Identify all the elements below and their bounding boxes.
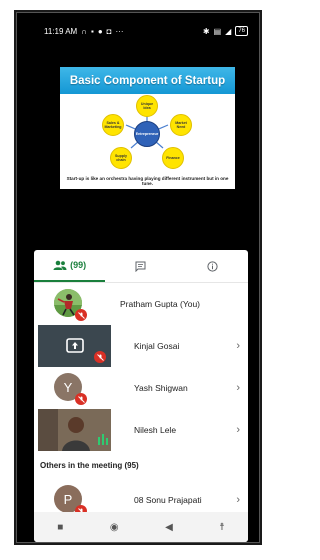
avatar-container bbox=[38, 283, 88, 325]
participant-row[interactable]: Y Yash Shigwan › bbox=[34, 367, 248, 409]
video-feed-icon bbox=[38, 409, 111, 451]
message-icon: ▪ bbox=[90, 26, 94, 36]
status-time: 11:19 AM bbox=[44, 26, 78, 36]
signal-icon: ◢ bbox=[225, 26, 232, 36]
participant-name: Nilesh Lele bbox=[134, 425, 177, 435]
tab-people[interactable]: (99) bbox=[34, 250, 106, 282]
diagram-node-finance: Finance bbox=[162, 147, 184, 169]
mic-off-icon bbox=[75, 393, 87, 405]
headset-icon: ∩ bbox=[81, 26, 87, 36]
diagram-center-entrepreneur: Entrepreneur bbox=[134, 121, 160, 147]
participant-name: Pratham Gupta (You) bbox=[120, 299, 201, 309]
tab-people-count: (99) bbox=[70, 260, 87, 270]
participant-row[interactable]: Kinjal Gosai › bbox=[34, 325, 248, 367]
phone-screen: 11:19 AM ∩ ▪ ● ◘ ··· ✱ ▤ ◢ 76 Basic Comp… bbox=[14, 10, 262, 545]
screen-share-icon bbox=[65, 338, 84, 353]
info-icon bbox=[207, 260, 218, 272]
participant-row[interactable]: Nilesh Lele › bbox=[34, 409, 248, 451]
chat-icon bbox=[135, 261, 146, 272]
avatar-container: Y bbox=[38, 367, 88, 409]
status-bar: 11:19 AM ∩ ▪ ● ◘ ··· ✱ ▤ ◢ 76 bbox=[16, 12, 260, 50]
recents-square-icon[interactable]: ■ bbox=[57, 522, 63, 533]
avatar-container bbox=[38, 409, 111, 451]
diagram-node-sales-marketing: Sales & Marketing bbox=[102, 114, 124, 136]
accessibility-icon[interactable]: ☨ bbox=[219, 522, 224, 533]
diagram-node-market-need: Market Need bbox=[170, 114, 192, 136]
tab-info[interactable] bbox=[177, 250, 248, 282]
app-icon: ◘ bbox=[106, 26, 112, 36]
more-icon: ··· bbox=[115, 26, 124, 36]
participant-name: Kinjal Gosai bbox=[134, 341, 180, 351]
mic-off-icon bbox=[94, 351, 106, 363]
chevron-right-icon[interactable]: › bbox=[236, 424, 240, 436]
mic-off-icon bbox=[75, 309, 87, 321]
chevron-right-icon[interactable]: › bbox=[236, 494, 240, 506]
wifi-icon: ▤ bbox=[213, 26, 222, 36]
back-triangle-icon[interactable]: ◀ bbox=[165, 522, 173, 533]
diagram-node-supply-chain: Supply chain bbox=[110, 147, 132, 169]
people-icon bbox=[53, 260, 67, 270]
participant-row[interactable]: Pratham Gupta (You) bbox=[34, 283, 248, 325]
chevron-right-icon[interactable]: › bbox=[236, 340, 240, 352]
home-circle-icon[interactable]: ◉ bbox=[110, 522, 119, 533]
slide-footer: Start-up is like an orchestra having pla… bbox=[66, 176, 229, 186]
participants-panel: (99) Pratham Gupta (You) Kinjal Gosai › … bbox=[34, 250, 248, 542]
bluetooth-icon: ✱ bbox=[202, 26, 210, 36]
participant-name: 08 Sonu Prajapati bbox=[134, 495, 202, 505]
avatar bbox=[38, 409, 111, 451]
diagram-node-unique-idea: Unique Idea bbox=[136, 95, 158, 117]
slide-title: Basic Component of Startup bbox=[69, 74, 226, 87]
notification-icon: ● bbox=[97, 26, 103, 36]
slide-diagram: Unique Idea Market Need Finance Supply c… bbox=[60, 94, 235, 174]
chevron-right-icon[interactable]: › bbox=[236, 382, 240, 394]
avatar-container bbox=[38, 325, 111, 367]
android-nav-bar: ■ ◉ ◀ ☨ bbox=[34, 512, 248, 542]
tab-chat[interactable] bbox=[105, 250, 176, 282]
slide-header: Basic Component of Startup bbox=[60, 67, 235, 94]
panel-tabs: (99) bbox=[34, 250, 248, 283]
shared-presentation[interactable]: Basic Component of Startup Unique Idea M… bbox=[60, 67, 235, 189]
battery-icon: 76 bbox=[235, 26, 248, 36]
others-section-title: Others in the meeting (95) bbox=[40, 460, 139, 470]
participant-name: Yash Shigwan bbox=[134, 383, 188, 393]
